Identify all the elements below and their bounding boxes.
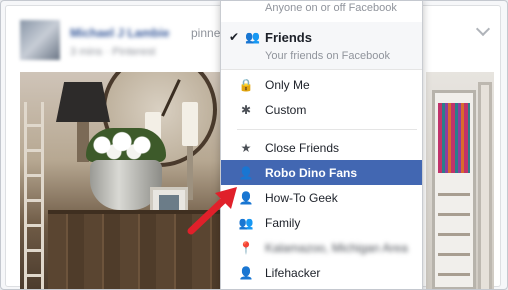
wooden-cabinet-image bbox=[48, 210, 223, 289]
list-option-family[interactable]: 👥 Family bbox=[221, 210, 422, 235]
list-option-location[interactable]: 📍 Kalamazoo, Michigan Area bbox=[221, 235, 422, 260]
friends-option[interactable]: ✔ 👥 Friends Your friends on Facebook bbox=[221, 22, 422, 70]
only-me-option[interactable]: 🔒 Only Me bbox=[221, 72, 422, 97]
post-meta: 3 mins · Pinterest bbox=[70, 46, 156, 58]
lock-icon: 🔒 bbox=[238, 77, 254, 92]
audience-selector-menu: Anyone on or off Facebook ✔ 👥 Friends Yo… bbox=[220, 1, 423, 289]
only-me-label: Only Me bbox=[265, 77, 310, 92]
list-option-label: Lifehacker bbox=[265, 265, 321, 280]
friends-icon: 👥 bbox=[245, 30, 260, 44]
person-list-icon: 👤 bbox=[238, 190, 254, 205]
people-icon: 👥 bbox=[238, 215, 254, 230]
list-option-label: Kalamazoo, Michigan Area bbox=[265, 240, 408, 255]
post-photo-right[interactable] bbox=[426, 72, 494, 289]
post-author[interactable]: Michael J Lambie bbox=[70, 26, 169, 40]
checkmark-icon: ✔ bbox=[229, 30, 240, 44]
screenshot-frame: Michael J Lambie pinne 3 mins · Pinteres… bbox=[0, 0, 508, 290]
custom-label: Custom bbox=[265, 102, 307, 117]
list-option-close-friends[interactable]: ★ Close Friends bbox=[221, 135, 422, 160]
candle-image bbox=[182, 102, 198, 146]
list-option-how-to-geek[interactable]: 👤 How-To Geek bbox=[221, 185, 422, 210]
avatar[interactable] bbox=[20, 20, 60, 60]
gear-icon: ✱ bbox=[240, 102, 252, 117]
person-list-icon: 👤 bbox=[238, 165, 254, 180]
list-option-label: Robo Dino Fans bbox=[265, 165, 357, 180]
person-list-icon: 👤 bbox=[238, 265, 254, 280]
ladder-shelf-image bbox=[24, 102, 44, 289]
post-photo-left[interactable] bbox=[20, 72, 225, 289]
post-action-text: pinne bbox=[191, 26, 221, 40]
list-option-label: Family bbox=[265, 215, 301, 230]
closet-image bbox=[432, 90, 476, 289]
flowers-image bbox=[86, 128, 166, 162]
list-option-lifehacker[interactable]: 👤 Lifehacker bbox=[221, 260, 422, 285]
closet-door-image bbox=[478, 82, 492, 289]
location-icon: 📍 bbox=[238, 240, 254, 255]
friends-option-description: Your friends on Facebook bbox=[265, 50, 390, 62]
list-option-robo-dino-fans[interactable]: 👤 Robo Dino Fans bbox=[221, 160, 422, 185]
menu-divider bbox=[237, 129, 417, 130]
list-option-label: How-To Geek bbox=[265, 190, 338, 205]
custom-option[interactable]: ✱ Custom bbox=[221, 97, 422, 122]
lamp-shade-image bbox=[56, 82, 110, 122]
star-icon: ★ bbox=[240, 140, 252, 155]
friends-option-label: Friends bbox=[265, 30, 312, 45]
public-option-description: Anyone on or off Facebook bbox=[265, 2, 397, 14]
chevron-down-icon[interactable] bbox=[475, 21, 491, 37]
list-option-label: Close Friends bbox=[265, 140, 340, 155]
